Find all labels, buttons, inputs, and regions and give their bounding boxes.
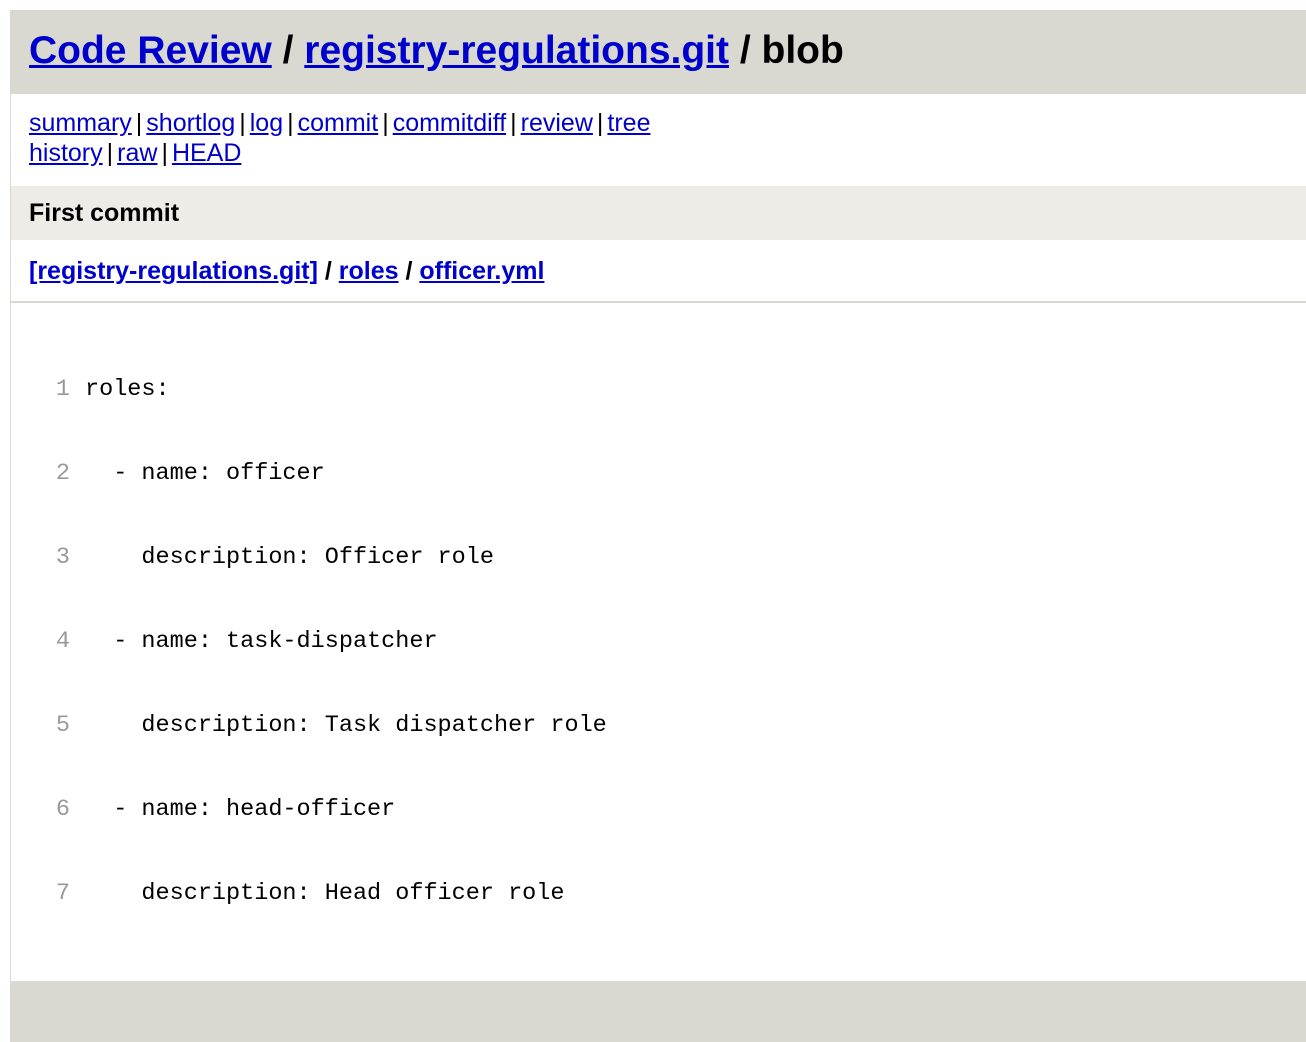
path-file-link[interactable]: officer.yml [419,257,544,285]
line-number[interactable]: 7 [11,880,85,908]
nav-link-review[interactable]: review [521,109,593,137]
line-text: - name: head-officer [85,796,396,823]
nav-link-head[interactable]: HEAD [172,139,241,167]
nav-separator: | [510,109,517,137]
page-action: blob [761,29,844,72]
commit-title: First commit [11,186,1306,240]
repo-link[interactable]: registry-regulations.git [304,29,729,72]
page-header: Code Review / registry-regulations.git /… [11,10,1306,94]
path-separator: / [398,257,420,285]
line-number[interactable]: 1 [11,376,85,404]
line-number[interactable]: 6 [11,796,85,824]
code-line: 1 roles: [11,376,1306,404]
nav-separator: | [596,109,604,137]
nav-row: summary | shortlog | log | commit | commitdiff | r… [29,108,1306,138]
line-text: - name: task-dispatcher [85,628,438,655]
file-content: 1 roles: 2 - name: officer 3 description:… [11,303,1306,981]
line-number[interactable]: 4 [11,628,85,656]
path-separator: / [317,257,339,285]
path-dir-link[interactable]: roles [339,257,399,285]
nav-separator: | [382,109,389,137]
code-line: 2 - name: officer [11,460,1306,488]
nav-separator: | [239,109,246,137]
line-number[interactable]: 2 [11,460,85,488]
code-line: 7 description: Head officer role [11,880,1306,908]
nav-link-raw[interactable]: raw [117,139,157,167]
nav-link-tree[interactable]: tree [607,109,650,137]
code-line: 4 - name: task-dispatcher [11,628,1306,656]
code-line: 6 - name: head-officer [11,796,1306,824]
nav-bar: summary | shortlog | log | commit | commitdiff | r… [11,94,1306,186]
line-number[interactable]: 5 [11,712,85,740]
nav-separator: | [287,109,294,137]
nav-link-commitdiff[interactable]: commitdiff [393,109,506,137]
nav-separator: | [161,139,168,167]
nav-link-commit[interactable]: commit [298,109,379,137]
nav-link-log[interactable]: log [250,109,283,137]
nav-link-history[interactable]: history [29,139,103,167]
project-link[interactable]: Code Review [29,29,272,72]
header-separator: / [729,29,762,72]
code-line: 3 description: Officer role [11,544,1306,572]
path-root-link[interactable]: [registry-regulations.git] [29,257,318,285]
code-line: 5 description: Task dispatcher role [11,712,1306,740]
line-text: description: Task dispatcher role [85,712,607,739]
nav-separator: | [106,139,114,167]
page-footer [11,981,1306,1042]
line-text: roles: [85,376,170,403]
gitweb-page: Code Review / registry-regulations.git /… [10,10,1306,1042]
header-separator: / [271,29,305,72]
line-number[interactable]: 3 [11,544,85,572]
file-path: [registry-regulations.git] / roles / off… [11,240,1306,303]
nav-link-shortlog[interactable]: shortlog [146,109,235,137]
line-text: description: Head officer role [85,880,565,907]
nav-row: history | raw | HEAD [29,138,1306,168]
line-text: - name: officer [85,460,325,487]
line-text: description: Officer role [85,544,494,571]
nav-separator: | [135,109,143,137]
nav-link-summary[interactable]: summary [29,109,132,137]
